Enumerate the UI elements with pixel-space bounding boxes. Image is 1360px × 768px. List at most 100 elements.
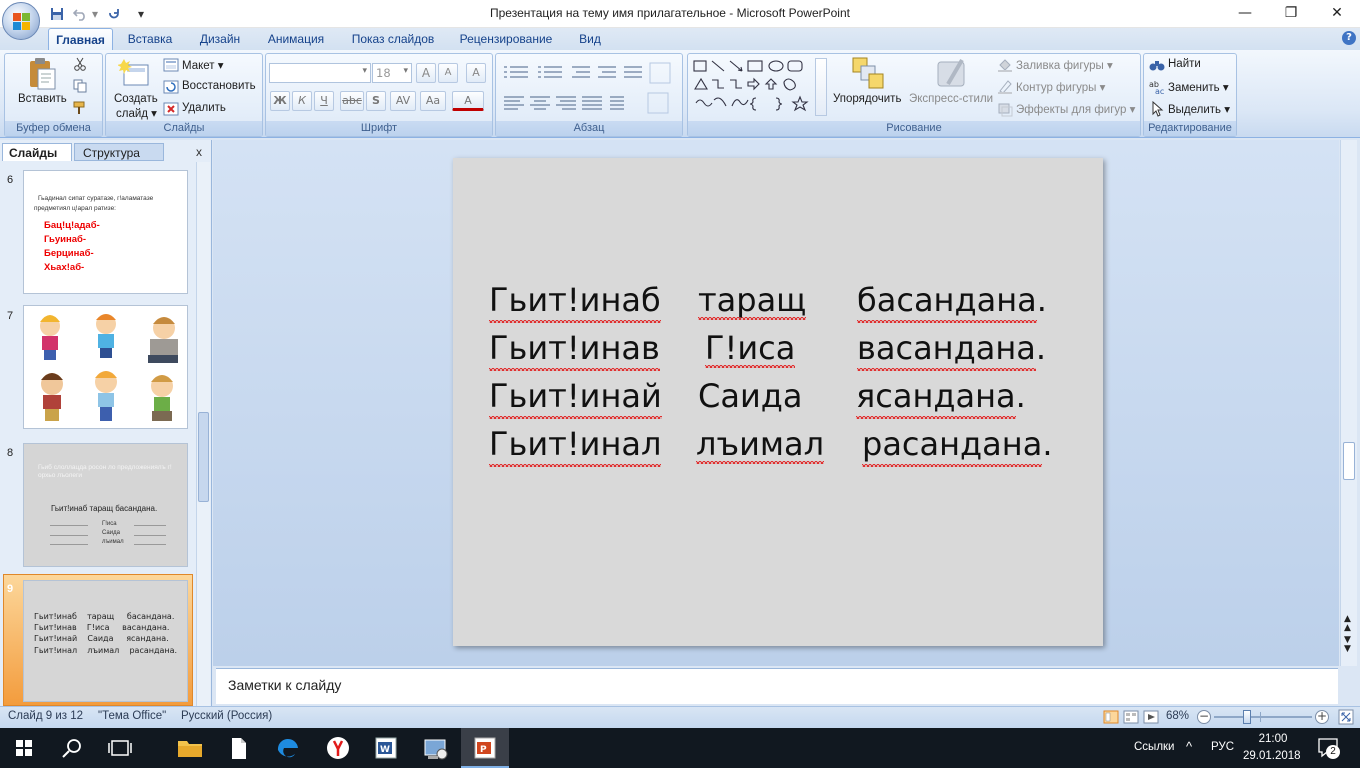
search-icon[interactable] bbox=[48, 728, 96, 768]
arrange-icon[interactable] bbox=[851, 56, 887, 92]
clear-format-button[interactable]: A bbox=[466, 63, 486, 83]
fit-to-window-icon[interactable] bbox=[1338, 709, 1354, 725]
quick-styles-icon[interactable] bbox=[936, 56, 968, 90]
delete-slide-button[interactable]: Удалить bbox=[182, 102, 226, 114]
undo-dropdown-icon[interactable]: ▾ bbox=[92, 5, 100, 23]
status-language[interactable]: Русский (Россия) bbox=[181, 710, 272, 722]
word-adj: Гьит!инав bbox=[489, 329, 660, 371]
clock-time[interactable]: 21:00 bbox=[1257, 733, 1289, 745]
quick-styles-button[interactable]: Экспресс-стили bbox=[909, 93, 993, 105]
select-button[interactable]: Выделить ▾ bbox=[1168, 102, 1230, 116]
word-app-icon[interactable]: W bbox=[362, 728, 410, 768]
cut-icon[interactable] bbox=[73, 57, 87, 71]
thumbnails-scrollbar[interactable] bbox=[196, 162, 210, 706]
replace-button[interactable]: Заменить ▾ bbox=[1168, 80, 1229, 94]
slide-thumbnail-8[interactable]: Гьиб слоллацда росон ло предложениялъ г!… bbox=[23, 443, 188, 567]
tab-home[interactable]: Главная bbox=[48, 28, 113, 50]
paragraph-buttons-icon[interactable] bbox=[500, 61, 680, 117]
view-buttons-icon[interactable] bbox=[1103, 710, 1159, 724]
system-tray-chevron-icon[interactable]: ^ bbox=[1186, 739, 1192, 754]
help-icon[interactable]: ? bbox=[1342, 31, 1356, 45]
arrange-button[interactable]: Упорядочить bbox=[833, 93, 901, 105]
layout-button[interactable]: Макет ▾ bbox=[182, 58, 224, 72]
zoom-slider-thumb[interactable] bbox=[1242, 710, 1251, 724]
shape-effects-button[interactable]: Эффекты для фигур ▾ bbox=[1016, 102, 1135, 116]
tab-slides-pane[interactable]: Слайды bbox=[2, 143, 72, 161]
taskbar-links-toolbar[interactable]: Ссылки bbox=[1134, 741, 1175, 753]
tab-view[interactable]: Вид bbox=[570, 28, 610, 50]
file-explorer-icon[interactable] bbox=[166, 728, 214, 768]
paste-icon[interactable] bbox=[26, 57, 58, 91]
slide-thumbnail-7[interactable] bbox=[23, 305, 188, 429]
thumb9-line2: Гьит!инав Г!иса васандана. bbox=[34, 623, 170, 632]
bold-button[interactable]: Ж bbox=[270, 91, 290, 111]
close-pane-icon[interactable]: x bbox=[196, 143, 208, 161]
word-period: . bbox=[1015, 377, 1026, 415]
undo-icon[interactable] bbox=[72, 5, 91, 23]
font-size-combo[interactable]: 18 ▾ bbox=[372, 63, 412, 83]
zoom-out-button[interactable]: − bbox=[1197, 710, 1211, 724]
italic-button[interactable]: К bbox=[292, 91, 312, 111]
minimize-button[interactable]: — bbox=[1222, 0, 1268, 28]
zoom-level[interactable]: 68% bbox=[1166, 710, 1189, 722]
format-painter-icon[interactable] bbox=[73, 101, 87, 115]
tab-slideshow[interactable]: Показ слайдов bbox=[344, 28, 442, 50]
input-language[interactable]: РУС bbox=[1211, 741, 1234, 753]
shape-outline-button[interactable]: Контур фигуры ▾ bbox=[1016, 80, 1105, 94]
character-spacing-button[interactable]: AV bbox=[390, 91, 416, 111]
shape-fill-button[interactable]: Заливка фигуры ▾ bbox=[1016, 58, 1113, 72]
slide-thumbnail-9[interactable]: Гьит!инаб таращ басандана. Гьит!инав Г!и… bbox=[23, 580, 188, 702]
new-slide-icon[interactable] bbox=[118, 57, 150, 89]
current-slide[interactable]: Гьит!инаб таращ басандана. Гьит!инав Г!и… bbox=[453, 158, 1103, 646]
slide-row-2[interactable]: Гьит!инав Г!иса васандана. bbox=[489, 329, 1046, 367]
zoom-slider-track[interactable] bbox=[1214, 716, 1312, 718]
status-theme[interactable]: "Тема Office" bbox=[98, 710, 166, 722]
reset-button[interactable]: Восстановить bbox=[182, 80, 256, 92]
font-name-combo[interactable]: ▾ bbox=[269, 63, 371, 83]
close-button[interactable]: ✕ bbox=[1314, 0, 1360, 28]
zoom-in-button[interactable]: + bbox=[1315, 710, 1329, 724]
svg-text:P: P bbox=[480, 745, 487, 755]
shadow-button[interactable]: S bbox=[366, 91, 386, 111]
change-case-button[interactable]: Aa bbox=[420, 91, 446, 111]
slide-thumbnail-6[interactable]: Гьадинал сипат суратазе, г!аламатазе пре… bbox=[23, 170, 188, 294]
windows-start-icon[interactable] bbox=[0, 728, 48, 768]
new-slide-dropdown[interactable]: слайд ▾ bbox=[116, 106, 157, 120]
new-slide-button[interactable]: Создать bbox=[114, 93, 158, 105]
tab-animation[interactable]: Анимация bbox=[258, 28, 334, 50]
thumb8-sentence: Гьит!инаб таращ басандана. bbox=[51, 504, 158, 513]
edge-browser-icon[interactable] bbox=[264, 728, 312, 768]
office-button[interactable] bbox=[2, 2, 40, 40]
powerpoint-taskbar-item[interactable]: P bbox=[461, 728, 509, 768]
blank-document-icon[interactable] bbox=[214, 728, 262, 768]
find-button[interactable]: Найти bbox=[1168, 58, 1201, 70]
customize-qat-icon[interactable]: ▾ bbox=[138, 5, 148, 23]
grow-font-button[interactable]: A bbox=[416, 63, 436, 83]
yandex-browser-icon[interactable] bbox=[314, 728, 362, 768]
tab-review[interactable]: Рецензирование bbox=[452, 28, 560, 50]
underline-button[interactable]: Ч bbox=[314, 91, 334, 111]
save-icon[interactable] bbox=[50, 5, 70, 23]
shrink-font-button[interactable]: A bbox=[438, 63, 458, 83]
control-panel-icon[interactable] bbox=[412, 728, 460, 768]
notes-pane[interactable] bbox=[216, 668, 1338, 704]
shapes-gallery-scroll[interactable] bbox=[815, 58, 827, 116]
font-size-value: 18 bbox=[376, 66, 391, 80]
font-color-button[interactable]: A bbox=[452, 91, 484, 111]
paste-button[interactable]: Вставить bbox=[18, 93, 67, 105]
slide-scrollbar[interactable]: ▲ ▲ ▼ ▼ bbox=[1340, 140, 1357, 666]
redo-icon[interactable] bbox=[107, 5, 125, 23]
tab-design[interactable]: Дизайн bbox=[190, 28, 250, 50]
task-view-icon[interactable] bbox=[96, 728, 144, 768]
word-noun: Г!иса bbox=[705, 329, 796, 367]
strikethrough-button[interactable]: abc bbox=[340, 91, 364, 111]
shapes-gallery-icon[interactable] bbox=[692, 58, 816, 116]
tab-insert[interactable]: Вставка bbox=[120, 28, 180, 50]
tab-outline-pane[interactable]: Структура bbox=[74, 143, 164, 161]
clock-date[interactable]: 29.01.2018 bbox=[1243, 750, 1301, 762]
copy-icon[interactable] bbox=[73, 79, 87, 93]
slide-row-1[interactable]: Гьит!инаб таращ басандана. bbox=[489, 281, 1047, 319]
maximize-button[interactable]: ❐ bbox=[1268, 0, 1314, 28]
slide-row-4[interactable]: Гьит!инал лъимал расандана. bbox=[489, 425, 1052, 463]
slide-row-3[interactable]: Гьит!инай Саида ясандана. bbox=[489, 377, 1026, 415]
